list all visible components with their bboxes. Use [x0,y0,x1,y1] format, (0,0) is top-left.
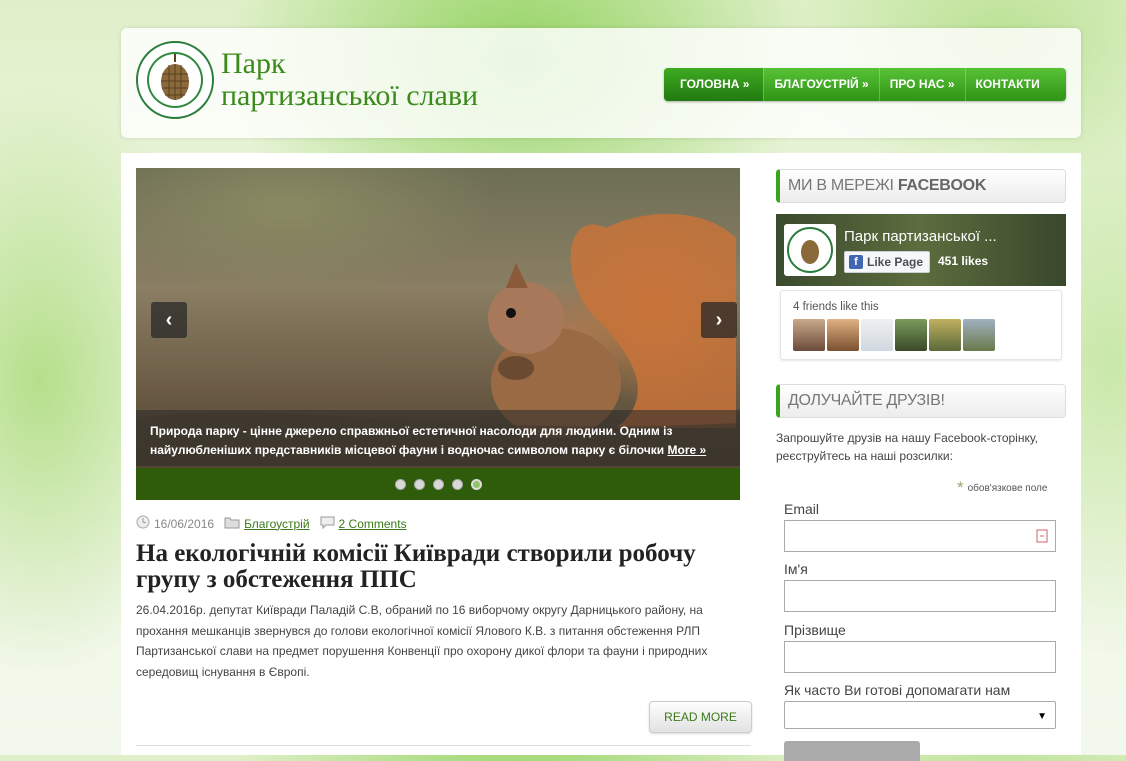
chevron-left-icon: ‹ [165,309,173,331]
signup-description: Запрошуйте друзів на нашу Facebook-сторі… [776,431,1038,463]
friend-avatar[interactable] [861,319,893,351]
autofill-icon[interactable] [1035,529,1049,543]
image-slider: ‹ › Природа парку - цінне джерело справж… [136,168,740,500]
park-logo-icon[interactable] [135,40,215,120]
post-category-link[interactable]: Благоустрій [244,517,309,531]
frequency-label: Як часто Ви готові допомагати нам [784,682,1011,698]
caret-down-icon: ▼ [1037,711,1047,722]
email-label: Email [784,501,820,517]
friend-avatar[interactable] [963,319,995,351]
friend-avatar[interactable] [929,319,961,351]
site-header: Парк партизанської слави ГОЛОВНА » БЛАГО… [121,28,1081,138]
nav-item-home[interactable]: ГОЛОВНА » [664,68,764,101]
post-divider [136,745,751,746]
facebook-friends-text: 4 friends like this [793,301,879,313]
site-title-line2: партизанської слави [221,79,479,112]
post-meta: 16/06/2016 Благоустрій 2 Comments [136,515,407,532]
email-field[interactable] [784,520,1056,552]
signup-widget-title: ДОЛУЧАЙТЕ ДРУЗІВ! [776,384,1066,418]
friend-avatar[interactable] [895,319,927,351]
slide-more-link[interactable]: More » [668,443,707,457]
facebook-like-label: Like Page [867,255,924,269]
main-nav: ГОЛОВНА » БЛАГОУСТРІЙ » ПРО НАС » КОНТАК… [664,68,1066,101]
slider-prev-button[interactable]: ‹ [151,302,187,338]
friend-avatar[interactable] [827,319,859,351]
post-comments-link[interactable]: 2 Comments [339,517,407,531]
first-name-field[interactable] [784,580,1056,612]
required-field-note: * обов'язкове поле [957,478,1047,498]
slider-next-button[interactable]: › [701,302,737,338]
read-more-button[interactable]: READ MORE [649,701,752,733]
post-title[interactable]: На екологічній комісії Київради створили… [136,541,736,593]
first-name-label: Ім'я [784,561,808,577]
facebook-likes-count: 451 likes [938,254,989,268]
slider-dot-active[interactable] [470,478,482,490]
last-name-label: Прізвище [784,622,846,638]
folder-icon [224,516,240,532]
chevron-right-icon: › [715,309,723,331]
facebook-like-button[interactable]: f Like Page [844,251,931,273]
nav-item-about[interactable]: ПРО НАС » [880,68,965,101]
nav-item-improvement[interactable]: БЛАГОУСТРІЙ » [764,68,878,101]
facebook-page-name[interactable]: Парк партизанської ... [844,228,997,245]
required-note-text: обов'язкове поле [967,483,1048,494]
clock-icon [136,515,150,532]
main-content: ‹ › Природа парку - цінне джерело справж… [121,153,1081,761]
slider-dot[interactable] [432,478,444,490]
slider-pagination [136,468,740,500]
slider-dot[interactable] [451,478,463,490]
last-name-field[interactable] [784,641,1056,673]
facebook-widget-title-bold: FACEBOOK [897,177,987,194]
comment-icon [320,516,335,532]
slider-dot[interactable] [413,478,425,490]
facebook-icon: f [849,255,863,269]
facebook-page-plugin: Парк партизанської ... f Like Page 451 l… [776,214,1066,360]
required-asterisk-icon: * [957,478,964,497]
post-excerpt: 26.04.2016р. депутат Київради Паладій С.… [136,603,708,679]
facebook-friends-box: 4 friends like this [780,290,1062,360]
facebook-widget-title: МИ В МЕРЕЖІ FACEBOOK [776,169,1066,203]
slide-caption-text: Природа парку - цінне джерело справжньої… [150,424,673,457]
slider-dot[interactable] [394,478,406,490]
facebook-friend-faces [793,319,995,351]
nav-item-contacts[interactable]: КОНТАКТИ [966,68,1050,101]
frequency-select[interactable]: ▼ [784,701,1056,729]
site-title-line1: Парк [221,47,286,80]
facebook-widget-title-regular: МИ В МЕРЕЖІ [788,177,898,194]
friend-avatar[interactable] [793,319,825,351]
post-date: 16/06/2016 [154,516,215,531]
site-title[interactable]: Парк партизанської слави [221,48,478,112]
facebook-page-avatar[interactable] [784,224,836,276]
subscribe-button[interactable] [784,741,920,761]
facebook-cover[interactable]: Парк партизанської ... f Like Page 451 l… [776,214,1066,286]
slide-caption: Природа парку - цінне джерело справжньої… [136,410,740,466]
